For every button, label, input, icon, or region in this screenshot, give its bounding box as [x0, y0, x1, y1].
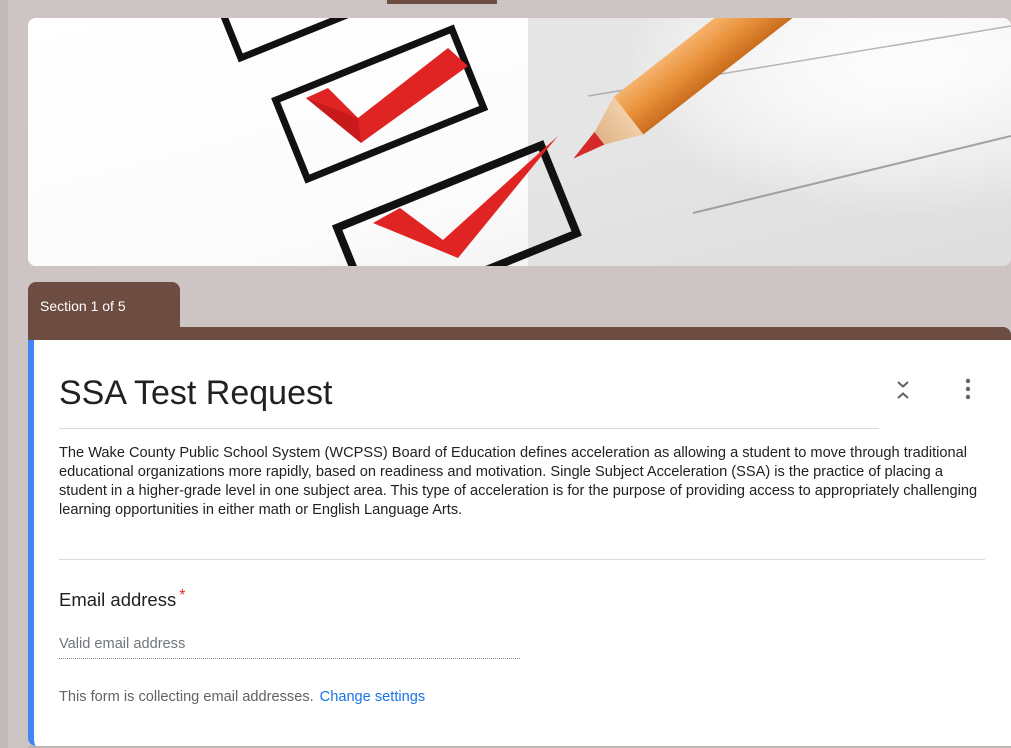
- checklist-illustration: [28, 18, 1011, 266]
- section-tab: Section 1 of 5: [28, 282, 180, 330]
- collapse-icon[interactable]: [891, 378, 915, 402]
- page-left-edge: [0, 0, 8, 748]
- top-tab-edge: [387, 0, 497, 4]
- more-vert-icon[interactable]: [956, 376, 980, 402]
- required-asterisk: *: [179, 587, 186, 604]
- form-title[interactable]: SSA Test Request: [59, 374, 332, 413]
- section-tab-label: Section 1 of 5: [40, 298, 126, 314]
- email-label-text: Email address: [59, 589, 177, 610]
- section-header-bar: [28, 327, 1011, 341]
- change-settings-link[interactable]: Change settings: [320, 689, 425, 705]
- description-underline: [59, 559, 985, 560]
- header-banner-image: [28, 18, 1011, 266]
- form-header-card: SSA Test Request The Wake County Public …: [28, 340, 1011, 746]
- email-input[interactable]: [59, 630, 520, 659]
- email-collection-text: This form is collecting email addresses.: [59, 689, 314, 705]
- email-question-label: Email address *: [59, 587, 186, 611]
- email-collection-note: This form is collecting email addresses.…: [59, 689, 425, 705]
- form-description[interactable]: The Wake County Public School System (WC…: [59, 444, 984, 520]
- title-underline: [59, 428, 879, 429]
